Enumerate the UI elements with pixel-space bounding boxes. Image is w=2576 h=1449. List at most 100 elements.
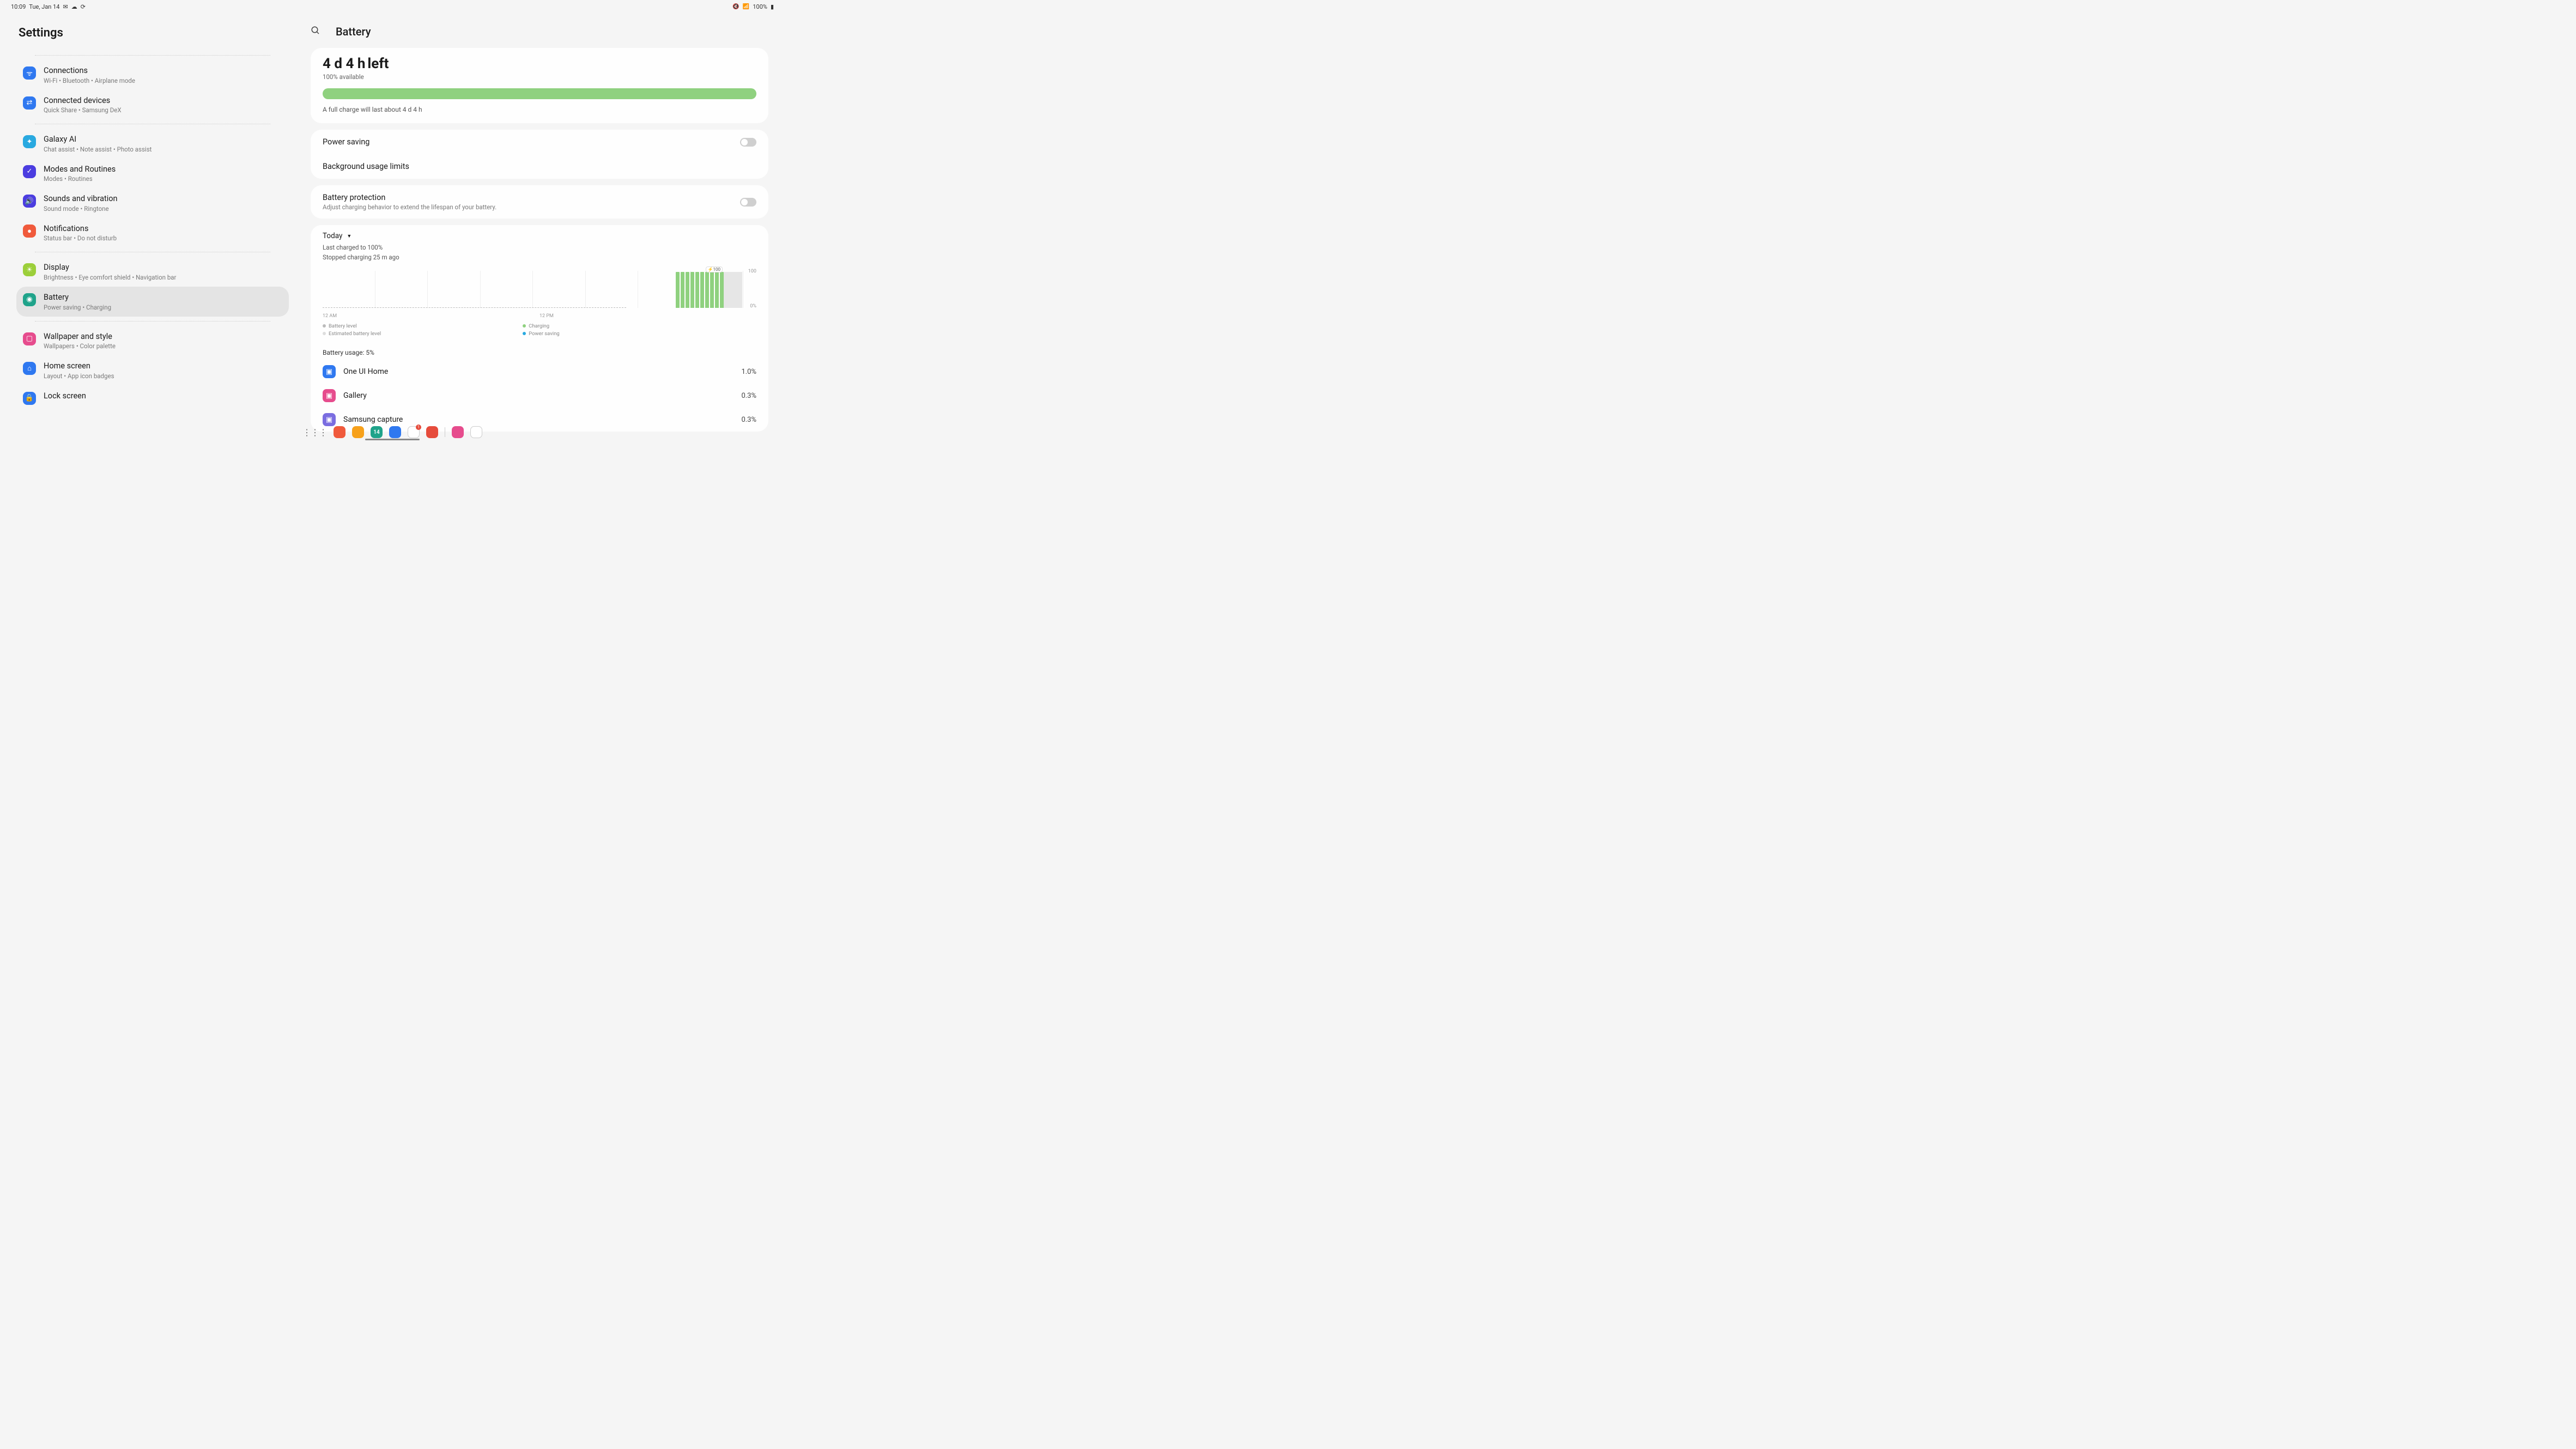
sidebar-item-sub: Power saving • Charging — [44, 304, 111, 311]
sidebar-item-label: Sounds and vibration — [44, 193, 118, 204]
usage-row-gallery[interactable]: ▣ Gallery 0.3% — [311, 384, 768, 408]
sidebar-item-galaxyai[interactable]: ✦ Galaxy AI Chat assist • Note assist • … — [16, 129, 289, 159]
app-drawer-icon[interactable]: ⋮⋮⋮ — [302, 427, 327, 438]
mute-icon: 🔇 — [732, 4, 739, 10]
gmail-icon: ✉ — [63, 3, 68, 10]
taskbar-files-icon[interactable] — [352, 426, 364, 438]
sidebar-item-wallpaper[interactable]: ▢ Wallpaper and style Wallpapers • Color… — [16, 326, 289, 356]
app-name: Gallery — [343, 391, 741, 400]
ai-icon: ✦ — [23, 135, 36, 148]
x-axis-12am: 12 AM — [323, 313, 337, 319]
home-indicator[interactable] — [365, 439, 420, 440]
power-saving-toggle[interactable] — [740, 138, 756, 147]
battery-protection-label: Battery protection — [323, 193, 496, 202]
sidebar-item-sub: Quick Share • Samsung DeX — [44, 106, 122, 114]
lock-icon: 🔒 — [23, 392, 36, 405]
devices-icon: ⇄ — [23, 96, 36, 110]
sidebar-item-label: Home screen — [44, 361, 114, 372]
status-bar: 10:09 Tue, Jan 14 ✉ ☁ ⟳ 🔇 📶 100% ▮ — [0, 0, 785, 13]
wall-icon: ▢ — [23, 332, 36, 345]
time-left-suffix: left — [367, 56, 389, 72]
sidebar-item-connected[interactable]: ⇄ Connected devices Quick Share • Samsun… — [16, 90, 289, 120]
sidebar-item-label: Notifications — [44, 223, 117, 234]
y-axis-0: 0% — [750, 304, 756, 309]
battery-icon: ▮ — [771, 3, 774, 10]
sidebar-item-homescreen[interactable]: ⌂ Home screen Layout • App icon badges — [16, 355, 289, 385]
app-pct: 1.0% — [741, 368, 756, 376]
power-saving-label: Power saving — [323, 137, 369, 147]
taskbar-sheets-icon[interactable] — [470, 426, 482, 438]
app-icon: ▣ — [323, 389, 336, 402]
status-battery-pct: 100% — [753, 3, 767, 10]
sidebar-item-label: Lock screen — [44, 391, 86, 402]
battery-icon: ◉ — [23, 293, 36, 306]
notif-icon: ● — [23, 225, 36, 238]
sidebar-item-sub: Sound mode • Ringtone — [44, 205, 118, 213]
settings-nav: Settings ᯤ Connections Wi-Fi • Bluetooth… — [16, 19, 305, 420]
sidebar-item-sub: Chat assist • Note assist • Photo assist — [44, 145, 151, 153]
taskbar-asterisk-icon[interactable] — [452, 426, 464, 438]
period-label: Today — [323, 232, 342, 240]
sidebar-item-sub: Status bar • Do not disturb — [44, 234, 117, 242]
battery-bar — [323, 88, 756, 99]
taskbar: ⋮⋮⋮ 14 1 — [302, 426, 482, 438]
battery-available: 100% available — [323, 73, 756, 81]
taskbar-notes-icon[interactable] — [334, 426, 346, 438]
sidebar-item-lock[interactable]: 🔒 Lock screen — [16, 385, 289, 410]
sidebar-item-label: Connections — [44, 65, 135, 76]
background-limits-row[interactable]: Background usage limits — [311, 154, 768, 179]
sidebar-item-label: Modes and Routines — [44, 164, 116, 175]
battery-usage-label: Battery usage: 5% — [311, 343, 768, 360]
battery-protection-row[interactable]: Battery protection Adjust charging behav… — [311, 185, 768, 219]
sidebar-item-modes[interactable]: ✓ Modes and Routines Modes • Routines — [16, 159, 289, 189]
modes-icon: ✓ — [23, 165, 36, 178]
sound-icon: 🔊 — [23, 195, 36, 208]
home-icon: ⌂ — [23, 362, 36, 375]
sidebar-item-sub: Wi-Fi • Bluetooth • Airplane mode — [44, 77, 135, 84]
background-limits-label: Background usage limits — [323, 162, 409, 171]
taskbar-calendar-icon[interactable]: 14 — [371, 426, 383, 438]
time-left-value: 4 d 4 h — [323, 56, 365, 72]
sidebar-item-sounds[interactable]: 🔊 Sounds and vibration Sound mode • Ring… — [16, 188, 289, 218]
sync-icon: ⟳ — [81, 3, 86, 10]
taskbar-youtube-icon[interactable] — [426, 426, 438, 438]
charge-badge: ⚡100 — [706, 266, 723, 272]
y-axis-100: 100 — [748, 269, 756, 274]
notification-badge: 1 — [416, 425, 421, 430]
sidebar-item-label: Battery — [44, 292, 111, 303]
sidebar-item-battery[interactable]: ◉ Battery Power saving • Charging — [16, 287, 289, 317]
last-charged: Last charged to 100% — [311, 242, 768, 252]
battery-chart[interactable]: ⚡100 100 0% 12 AM 12 PM — [323, 266, 756, 319]
status-date: Tue, Jan 14 — [29, 3, 59, 10]
app-name: One UI Home — [343, 367, 741, 376]
battery-protection-toggle[interactable] — [740, 198, 756, 207]
sidebar-item-connections[interactable]: ᯤ Connections Wi-Fi • Bluetooth • Airpla… — [16, 60, 289, 90]
taskbar-messages-icon[interactable] — [389, 426, 401, 438]
page-title: Battery — [336, 25, 371, 38]
usage-row-one-ui-home[interactable]: ▣ One UI Home 1.0% — [311, 360, 768, 384]
battery-usage-card: Today ▼ Last charged to 100% Stopped cha… — [311, 225, 768, 432]
sidebar-item-sub: Modes • Routines — [44, 175, 116, 183]
stopped-charging: Stopped charging 25 m ago — [311, 252, 768, 262]
power-saving-row[interactable]: Power saving — [311, 130, 768, 154]
app-icon: ▣ — [323, 365, 336, 378]
sidebar-item-sub: Wallpapers • Color palette — [44, 342, 116, 350]
settings-title: Settings — [16, 19, 289, 51]
cloud-icon: ☁ — [71, 3, 77, 10]
sidebar-item-label: Galaxy AI — [44, 134, 151, 145]
wifi-icon: 📶 — [743, 4, 749, 10]
status-time: 10:09 — [11, 3, 26, 10]
battery-protection-card: Battery protection Adjust charging behav… — [311, 185, 768, 219]
sidebar-item-notifications[interactable]: ● Notifications Status bar • Do not dist… — [16, 218, 289, 248]
search-icon[interactable] — [311, 26, 320, 38]
battery-page: Battery 4 d 4 h left 100% available A fu… — [305, 19, 768, 420]
battery-protection-desc: Adjust charging behavior to extend the l… — [323, 203, 496, 211]
chevron-down-icon: ▼ — [347, 233, 351, 239]
sidebar-item-sub: Brightness • Eye comfort shield • Naviga… — [44, 274, 176, 281]
app-pct: 0.3% — [741, 416, 756, 424]
power-options-card: Power saving Background usage limits — [311, 130, 768, 179]
period-dropdown[interactable]: Today ▼ — [311, 225, 768, 242]
app-pct: 0.3% — [741, 392, 756, 400]
display-icon: ☀ — [23, 263, 36, 276]
sidebar-item-display[interactable]: ☀ Display Brightness • Eye comfort shiel… — [16, 257, 289, 287]
